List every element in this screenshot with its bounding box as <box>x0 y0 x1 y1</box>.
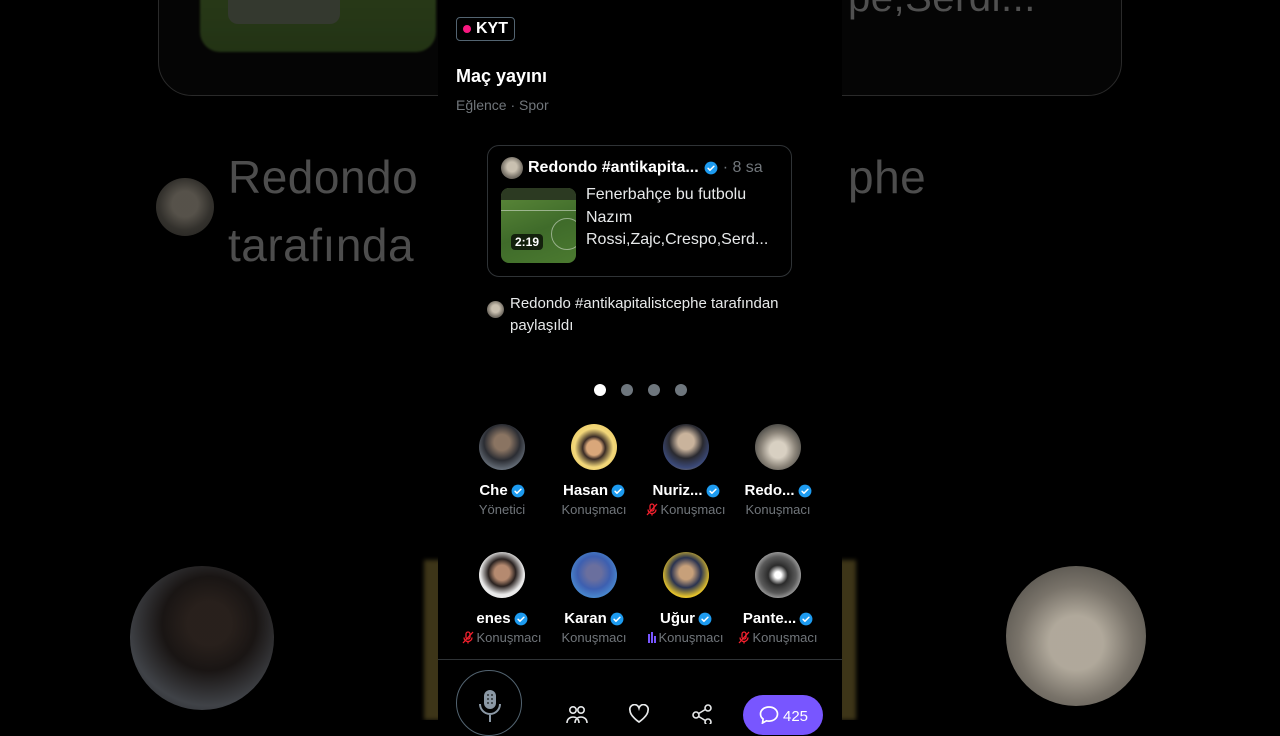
speaker-name: Che <box>479 482 508 499</box>
tweet-text-line: Rossi,Zajc,Crespo,Serd... <box>586 231 769 248</box>
speaker-tile[interactable]: enes Konuşmacı <box>456 552 548 645</box>
background-text: pe,Serdi... <box>848 0 1036 21</box>
pinned-tweet-card[interactable]: Redondo #antikapita... · 8 sa 2:19 Fener… <box>487 145 792 277</box>
speaker-tile[interactable]: Pante... Konuşmacı <box>732 552 824 645</box>
video-duration: 2:19 <box>511 234 544 250</box>
background-avatar <box>156 178 214 236</box>
carousel-dot[interactable] <box>594 384 606 396</box>
tweet-text-line: Nazım <box>586 208 633 226</box>
background-avatar <box>130 566 274 710</box>
heart-icon[interactable] <box>628 704 650 724</box>
speaker-name: Redo... <box>744 482 795 499</box>
space-subtitle: Eğlence · Spor <box>456 97 549 113</box>
speaker-tile[interactable]: Nuriz... Konuşmacı <box>640 424 732 517</box>
microphone-button[interactable] <box>456 670 522 736</box>
carousel-dot[interactable] <box>621 384 633 396</box>
verified-badge-icon <box>698 612 712 625</box>
comments-count: 425 <box>783 708 809 725</box>
share-icon[interactable] <box>691 704 713 724</box>
background-text: phe <box>848 151 927 203</box>
avatar <box>487 301 504 318</box>
mic-muted-icon <box>462 631 474 644</box>
speaker-name: Hasan <box>562 482 609 499</box>
background-avatar <box>1006 566 1146 706</box>
carousel-dot[interactable] <box>648 384 660 396</box>
carousel-dots <box>594 384 687 396</box>
live-badge: KYT <box>456 17 515 41</box>
verified-badge-icon <box>511 484 525 497</box>
avatar <box>755 552 801 598</box>
verified-badge-icon <box>798 484 811 497</box>
tweet-time: · 8 sa <box>722 159 763 176</box>
speaker-tile[interactable]: Che Yönetici <box>456 424 548 517</box>
avatar <box>571 552 617 598</box>
verified-badge-icon <box>610 612 624 625</box>
avatar <box>501 157 523 179</box>
verified-badge-icon <box>611 484 625 497</box>
bottom-action-bar: 425 <box>438 659 842 736</box>
verified-badge-icon <box>514 612 528 625</box>
avatar <box>663 424 709 470</box>
speaker-role: Konuşmacı <box>476 630 542 645</box>
speaker-tile[interactable]: Hasan Konuşmacı <box>548 424 640 517</box>
avatar <box>479 552 525 598</box>
speaker-role: Konuşmacı <box>561 502 627 517</box>
comments-button[interactable]: 425 <box>743 695 823 735</box>
background-text: tarafında <box>228 219 415 271</box>
microphone-icon <box>479 690 501 722</box>
mic-muted-icon <box>646 503 658 516</box>
space-title: Maç yayını <box>456 66 548 86</box>
live-badge-label: KYT <box>476 20 508 37</box>
speaker-role: Konuşmacı <box>561 630 627 645</box>
verified-badge-icon <box>799 612 813 625</box>
tweet-text-line: Fenerbahçe bu futbolu <box>586 186 747 203</box>
verified-badge-icon <box>706 484 719 497</box>
speaker-tile[interactable]: Uğur Konuşmacı <box>640 552 732 645</box>
avatar <box>571 424 617 470</box>
people-icon[interactable] <box>566 704 588 724</box>
video-thumbnail[interactable]: 2:19 <box>501 188 576 263</box>
shared-by: Redondo #antikapitalistcephe tarafından … <box>487 293 787 337</box>
speaker-tile[interactable]: Karan Konuşmacı <box>548 552 640 645</box>
tweet-text: Fenerbahçe bu futbolu Nazım Rossi,Zajc,C… <box>586 184 782 252</box>
speaker-role: Yönetici <box>478 502 526 517</box>
carousel-dot[interactable] <box>675 384 687 396</box>
background-text: Redondo <box>228 151 419 203</box>
speaker-role: Konuşmacı <box>658 630 724 645</box>
verified-badge-icon <box>704 161 718 175</box>
speaker-name: Nuriz... <box>652 482 703 499</box>
avatar <box>755 424 801 470</box>
tweet-header: Redondo #antikapita... · 8 sa <box>528 159 763 177</box>
speaker-name: enes <box>476 610 511 627</box>
shared-by-label: Redondo #antikapitalistcephe tarafından … <box>510 295 779 334</box>
mic-muted-icon <box>738 631 750 644</box>
tweet-author: Redondo #antikapita... <box>528 159 699 176</box>
speaker-role: Konuşmacı <box>745 502 811 517</box>
speaker-name: Uğur <box>660 610 695 627</box>
speaker-name: Pante... <box>742 610 797 627</box>
speaker-role: Konuşmacı <box>660 502 726 517</box>
speaker-tile[interactable]: Redo... Konuşmacı <box>732 424 824 517</box>
speaking-indicator-icon <box>648 632 657 643</box>
speaker-role: Konuşmacı <box>752 630 818 645</box>
background-duration-badge <box>228 0 340 24</box>
live-dot-icon <box>463 25 471 33</box>
avatar <box>663 552 709 598</box>
space-panel: KYT Maç yayını Eğlence · Spor Redondo #a… <box>438 0 842 736</box>
speaker-name: Karan <box>564 610 607 627</box>
avatar <box>479 424 525 470</box>
comment-icon <box>759 706 779 724</box>
